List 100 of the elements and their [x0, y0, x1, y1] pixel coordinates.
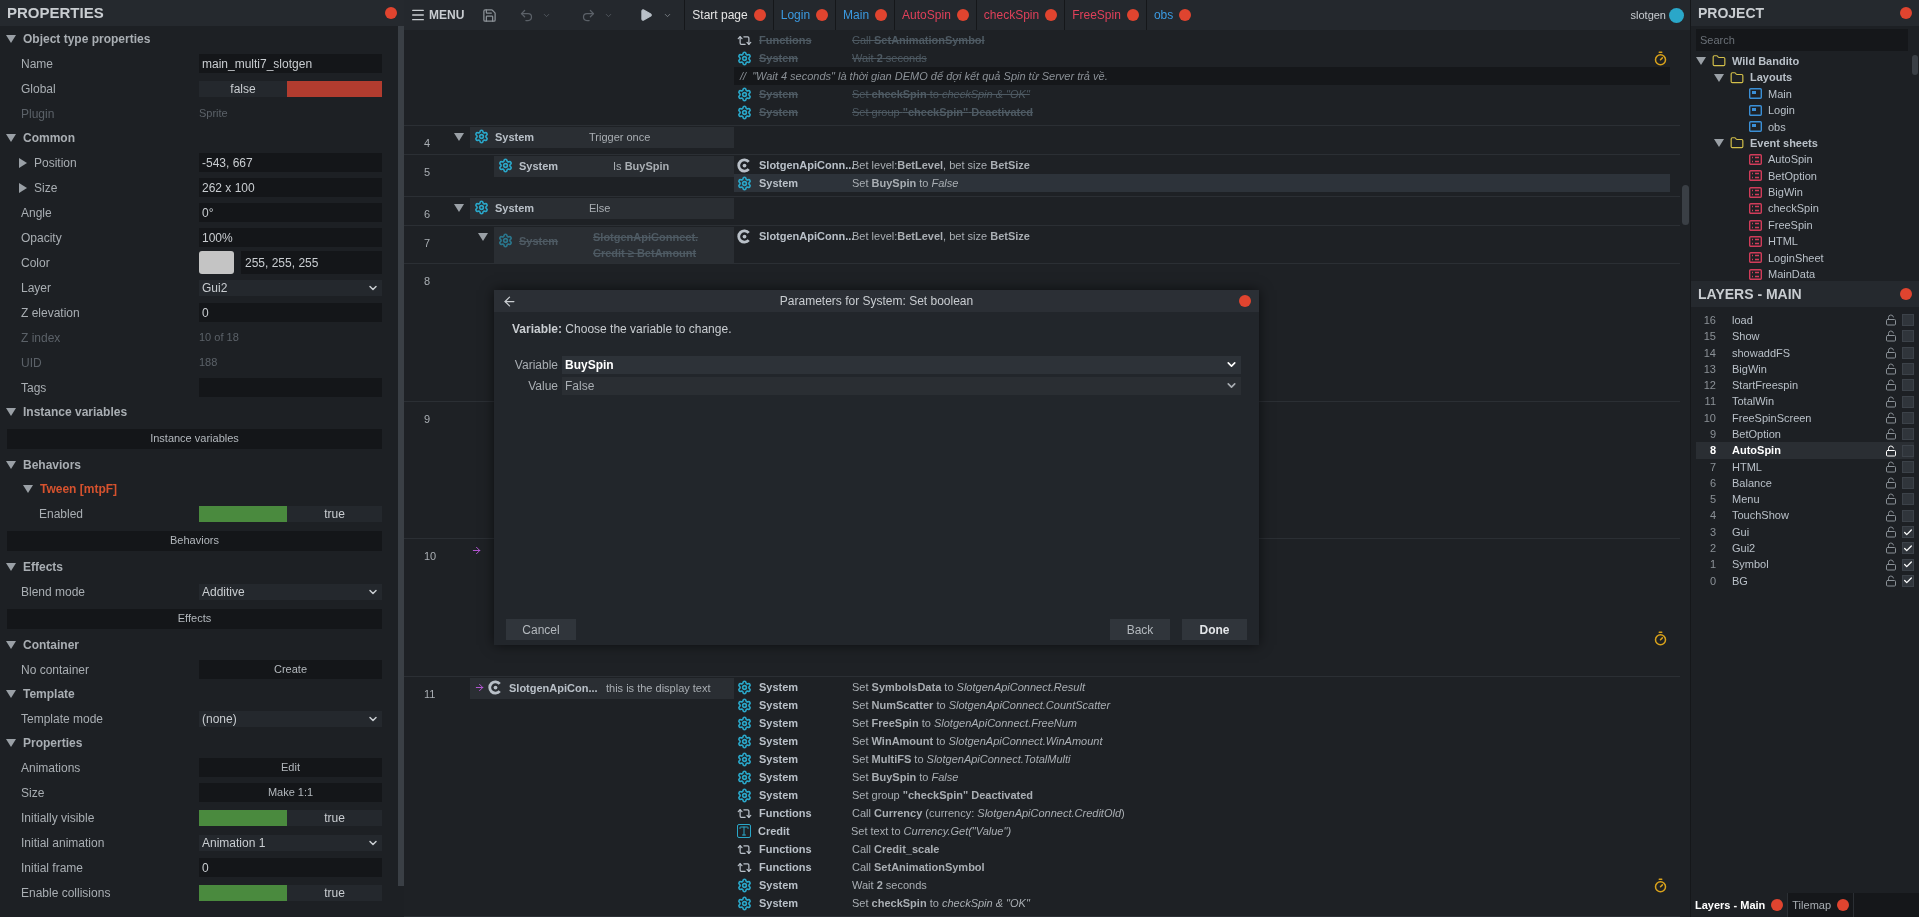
tree-item[interactable]: Event sheets	[1750, 134, 1818, 152]
close-icon[interactable]	[385, 7, 397, 19]
expand-arrow-icon[interactable]	[6, 407, 16, 417]
tree-item[interactable]: checkSpin	[1768, 200, 1819, 217]
layer-row[interactable]: 1 Symbol	[1696, 556, 1914, 573]
expand-arrow-icon[interactable]	[6, 738, 16, 748]
checkbox[interactable]	[1902, 330, 1914, 343]
expand-arrow-icon[interactable]	[23, 484, 33, 494]
tab[interactable]: Tilemap	[1788, 893, 1855, 917]
close-icon[interactable]	[1837, 899, 1850, 911]
tree-item[interactable]: BigWin	[1768, 184, 1803, 201]
tree-item[interactable]: LoginSheet	[1768, 249, 1824, 267]
action-row[interactable]: Functions Call Currency (currency: SlotgenApiConnect.CreditOld)	[734, 804, 1670, 822]
menu-button[interactable]: MENU	[404, 6, 475, 24]
property-field[interactable]: main_multi7_slotgen	[199, 54, 382, 73]
tab[interactable]: FreeSpin	[1064, 0, 1146, 30]
action-row[interactable]: System Set FreeSpin to SlotgenApiConnect.FreeNum	[734, 714, 1670, 732]
scrollbar[interactable]	[1682, 185, 1689, 225]
action-row[interactable]: System Set group "checkSpin" Deactivated	[734, 786, 1670, 804]
dropdown[interactable]: Animation 1	[199, 834, 382, 851]
panel-button[interactable]: Behaviors	[7, 530, 382, 551]
layer-row[interactable]: 7 HTML	[1696, 458, 1914, 475]
expand-arrow-icon[interactable]	[6, 34, 16, 44]
action-row[interactable]: SlotgenApiConn...Bet level:BetLevel, bet size BetSize	[734, 156, 1670, 174]
checkbox[interactable]	[1902, 395, 1914, 408]
close-icon[interactable]	[1239, 295, 1251, 307]
expand-arrow-icon[interactable]	[1714, 72, 1724, 83]
dialog-button[interactable]: Done	[1182, 619, 1247, 640]
checkbox[interactable]	[1902, 542, 1914, 555]
close-icon[interactable]	[816, 9, 829, 21]
action-row[interactable]: System Set WinAmount to SlotgenApiConnect.WinAmount	[734, 732, 1670, 750]
property-field[interactable]: 0°	[199, 203, 382, 222]
property-field[interactable]: 0	[199, 303, 382, 322]
expand-arrow-icon[interactable]	[6, 640, 16, 650]
checkbox[interactable]	[1902, 379, 1914, 392]
condition-block[interactable]: System Else	[470, 198, 734, 219]
layer-row[interactable]: 0 BG	[1696, 572, 1914, 590]
tab[interactable]: Layers - Main	[1691, 893, 1789, 917]
expand-arrow-icon[interactable]	[1696, 56, 1706, 67]
layer-row[interactable]: 10 FreeSpinScreen	[1696, 409, 1914, 427]
action-row[interactable]: System Set checkSpin to checkSpin & "OK"	[734, 894, 1670, 912]
action-row[interactable]: System Set NumScatter to SlotgenApiConnect.CountScatter	[734, 696, 1670, 714]
expand-arrow-icon[interactable]	[6, 460, 16, 470]
expand-arrow-icon[interactable]	[6, 689, 16, 699]
dialog-button[interactable]: Cancel	[506, 619, 576, 640]
checkbox[interactable]	[1902, 411, 1914, 424]
tree-item[interactable]: Login	[1768, 102, 1795, 119]
tab[interactable]: Main	[835, 0, 895, 30]
action-row[interactable]: Functions Call Credit_scale	[734, 840, 1670, 858]
action-row[interactable]: System Set BuySpin to False	[734, 174, 1670, 192]
action-row[interactable]: System Wait 2 seconds	[734, 876, 1670, 894]
expand-arrow-icon[interactable]	[6, 133, 16, 143]
close-icon[interactable]	[1900, 288, 1912, 300]
panel-button[interactable]: Instance variables	[7, 428, 382, 449]
tree-item[interactable]: Layouts	[1750, 69, 1793, 86]
color-swatch[interactable]	[199, 251, 234, 274]
layer-row[interactable]: 4 TouchShow	[1696, 507, 1914, 524]
property-button[interactable]: Create	[199, 660, 382, 679]
close-icon[interactable]	[1126, 9, 1139, 21]
checkbox[interactable]	[1902, 346, 1914, 359]
checkbox[interactable]	[1902, 444, 1914, 457]
action-row[interactable]: SlotgenApiConn...Bet level:BetLevel, bet size BetSize	[734, 227, 1670, 245]
tab[interactable]: Login	[772, 0, 836, 30]
tree-item[interactable]: Wild Bandito	[1732, 52, 1800, 70]
tree-item[interactable]: AutoSpin	[1768, 151, 1813, 168]
checkbox[interactable]	[1902, 363, 1914, 376]
unlocked-icon[interactable]	[1885, 444, 1897, 457]
avatar-icon[interactable]	[1669, 7, 1684, 23]
property-button[interactable]: Make 1:1	[199, 783, 382, 802]
property-field[interactable]: 0	[199, 858, 382, 877]
property-field[interactable]: -543, 667	[199, 153, 382, 172]
tab[interactable]: Start page	[684, 0, 773, 30]
condition-block[interactable]: SlotgenApiCon... this is the display text	[470, 678, 734, 699]
close-icon[interactable]	[753, 9, 766, 21]
condition-block[interactable]: System Is BuySpin	[494, 156, 734, 177]
tab[interactable]: AutoSpin	[894, 0, 976, 30]
layer-row[interactable]: 11 TotalWin	[1696, 393, 1914, 410]
tree-item[interactable]: FreeSpin	[1768, 216, 1813, 234]
tree-item[interactable]: BetOption	[1768, 167, 1817, 185]
search-field[interactable]: Search	[1696, 29, 1908, 51]
checkbox[interactable]	[1902, 509, 1914, 522]
checkbox[interactable]	[1902, 493, 1914, 506]
action-row[interactable]: System Set MultiFS to SlotgenApiConnect.TotalMulti	[734, 750, 1670, 768]
dropdown[interactable]: Additive	[199, 583, 382, 600]
dropdown[interactable]: BuySpin	[562, 355, 1241, 374]
condition-block[interactable]: System Trigger once	[470, 127, 734, 148]
layer-row[interactable]: 6 Balance	[1696, 474, 1914, 492]
close-icon[interactable]	[875, 9, 888, 21]
checkbox[interactable]	[1902, 574, 1914, 587]
expand-arrow-icon[interactable]	[6, 562, 16, 572]
tree-item[interactable]: obs	[1768, 118, 1786, 135]
property-field[interactable]: 262 x 100	[199, 178, 382, 197]
action-row[interactable]: Credit Set text to Currency.Get("Value")	[734, 822, 1670, 840]
panel-button[interactable]: Effects	[7, 608, 382, 629]
close-icon[interactable]	[1771, 899, 1784, 911]
close-icon[interactable]	[1179, 9, 1192, 21]
layer-row[interactable]: 3 Gui	[1696, 523, 1914, 541]
layer-row[interactable]: 13 BigWin	[1696, 360, 1914, 378]
save-icon[interactable]	[482, 7, 498, 23]
scrollbar[interactable]	[1912, 55, 1918, 75]
